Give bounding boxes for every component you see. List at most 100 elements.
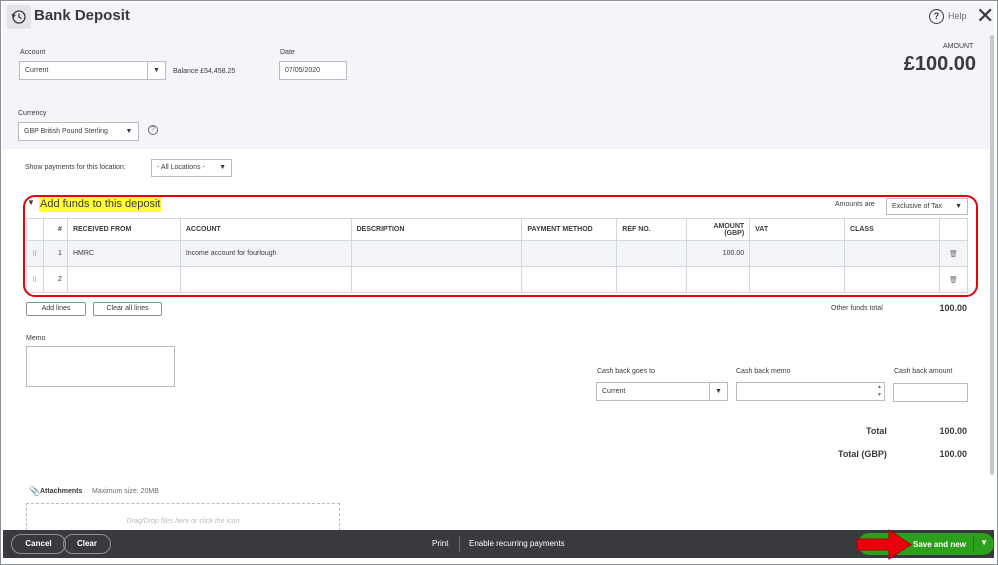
print-link[interactable]: Print: [432, 539, 448, 548]
total-value: 100.00: [939, 426, 967, 436]
amount-cell[interactable]: 100.00: [686, 240, 751, 267]
chevron-down-icon[interactable]: ▼: [120, 123, 138, 140]
column-header: AMOUNT (GBP): [686, 218, 751, 241]
vat-cell[interactable]: [749, 240, 846, 267]
memo-label: Memo: [26, 335, 46, 342]
ref-no-cell[interactable]: [616, 266, 688, 293]
chevron-down-icon[interactable]: ▼: [147, 62, 165, 79]
account-label: Account: [20, 49, 46, 56]
column-header: [26, 218, 44, 241]
received-from-cell[interactable]: HMRC: [66, 240, 181, 267]
currency-select[interactable]: GBP British Pound Sterling ▼: [18, 122, 139, 141]
column-header: PAYMENT METHOD: [521, 218, 618, 241]
column-header: RECEIVED FROM: [66, 218, 181, 241]
tax-mode-select[interactable]: Exclusive of Tax ▼: [886, 198, 968, 215]
spinner-icon[interactable]: ▲ ▼: [877, 383, 882, 399]
column-header: #: [42, 218, 68, 241]
add-lines-button[interactable]: Add lines: [26, 302, 86, 316]
class-cell[interactable]: [844, 266, 940, 293]
location-select[interactable]: - All Locations - ▼: [151, 159, 232, 177]
footer-bar: Cancel Clear Print Enable recurring paym…: [3, 530, 994, 558]
tax-mode-value: Exclusive of Tax: [892, 203, 943, 210]
recurring-link[interactable]: Enable recurring payments: [469, 539, 565, 548]
location-value: - All Locations -: [157, 164, 205, 171]
row-number: 2: [42, 266, 68, 293]
cash-back-amount-input[interactable]: [893, 383, 968, 402]
table-header-row: # RECEIVED FROM ACCOUNT DESCRIPTION PAYM…: [26, 218, 969, 241]
description-cell[interactable]: [350, 240, 523, 267]
cash-back-account-select[interactable]: Current ▼: [596, 382, 728, 401]
payment-method-cell[interactable]: [521, 266, 618, 293]
help-icon[interactable]: ?: [929, 9, 944, 24]
dropzone-text: Drag/Drop files here or click the icon: [126, 518, 240, 525]
attachment-dropzone[interactable]: Drag/Drop files here or click the icon: [26, 503, 340, 531]
total-label: Total: [866, 426, 887, 436]
account-value: Current: [25, 67, 49, 74]
trash-icon[interactable]: 🗑: [938, 240, 969, 267]
chevron-down-icon: ▼: [219, 164, 226, 171]
cash-back-memo-label: Cash back memo: [736, 368, 791, 375]
column-header: DESCRIPTION: [350, 218, 523, 241]
cash-back-amount-label: Cash back amount: [894, 368, 953, 375]
cash-back-memo-input[interactable]: ▲ ▼: [736, 382, 885, 401]
column-header: REF NO.: [616, 218, 688, 241]
triangle-down-icon[interactable]: ▼: [27, 198, 35, 207]
column-header: [938, 218, 969, 241]
class-cell[interactable]: [844, 240, 940, 267]
column-header: CLASS: [844, 218, 940, 241]
account-cell[interactable]: [179, 266, 352, 293]
account-balance: Balance £54,458.25: [173, 68, 236, 75]
cash-back-account-value: Current: [602, 388, 626, 395]
total-gbp-value: 100.00: [939, 449, 967, 459]
cash-back-goes-to-label: Cash back goes to: [597, 368, 655, 375]
currency-label: Currency: [18, 110, 47, 117]
cancel-button[interactable]: Cancel: [11, 534, 66, 554]
page-title: Bank Deposit: [34, 7, 130, 24]
history-icon[interactable]: [7, 5, 31, 29]
date-input[interactable]: 07/05/2020: [279, 61, 347, 80]
chevron-down-icon[interactable]: ▼: [980, 538, 988, 547]
chevron-down-icon: ▼: [955, 203, 962, 210]
clear-button[interactable]: Clear: [63, 534, 111, 554]
amount-cell[interactable]: [686, 266, 751, 293]
paperclip-icon[interactable]: 📎: [29, 486, 40, 497]
column-header: ACCOUNT: [179, 218, 352, 241]
section-title: Add funds to this deposit: [39, 197, 162, 212]
account-select[interactable]: Current ▼: [19, 61, 166, 80]
amounts-are-label: Amounts are: [835, 201, 875, 208]
received-from-cell[interactable]: [66, 266, 181, 293]
drag-handle-icon[interactable]: ⠿: [26, 240, 44, 267]
account-cell[interactable]: Income account for fourlough: [179, 240, 352, 267]
other-funds-value: 100.00: [939, 303, 967, 313]
close-icon[interactable]: ✕: [976, 5, 994, 27]
footer-divider: [459, 536, 460, 552]
amount-total: £100.00: [903, 53, 976, 75]
memo-textarea[interactable]: [26, 346, 175, 387]
ref-no-cell[interactable]: [616, 240, 688, 267]
clear-all-lines-button[interactable]: Clear all lines: [93, 302, 162, 316]
row-number: 1: [42, 240, 68, 267]
attachments-label: Attachments: [40, 488, 83, 495]
amount-label: AMOUNT: [943, 43, 974, 50]
total-gbp-label: Total (GBP): [838, 449, 887, 459]
drag-handle-icon[interactable]: ⠿: [26, 266, 44, 293]
attachments-max-size: Maximum size: 20MB: [92, 488, 159, 495]
chevron-down-icon[interactable]: ▼: [709, 383, 727, 400]
location-label: Show payments for this location:: [25, 164, 126, 171]
trash-icon[interactable]: 🗑: [938, 266, 969, 293]
description-cell[interactable]: [350, 266, 523, 293]
funds-table: # RECEIVED FROM ACCOUNT DESCRIPTION PAYM…: [26, 218, 969, 293]
scrollbar[interactable]: [990, 35, 994, 475]
table-row[interactable]: ⠿ 1 HMRC Income account for fourlough 10…: [26, 240, 969, 267]
help-link[interactable]: Help: [948, 11, 967, 21]
column-header: VAT: [749, 218, 846, 241]
payment-method-cell[interactable]: [521, 240, 618, 267]
vat-cell[interactable]: [749, 266, 846, 293]
save-and-new-label: Save and new: [913, 540, 966, 549]
red-arrow-icon: [856, 529, 912, 560]
currency-value: GBP British Pound Sterling: [24, 128, 108, 135]
split-divider: [973, 536, 974, 552]
other-funds-label: Other funds total: [831, 305, 883, 312]
info-icon[interactable]: ?: [148, 125, 158, 135]
table-row[interactable]: ⠿ 2 🗑: [26, 266, 969, 293]
